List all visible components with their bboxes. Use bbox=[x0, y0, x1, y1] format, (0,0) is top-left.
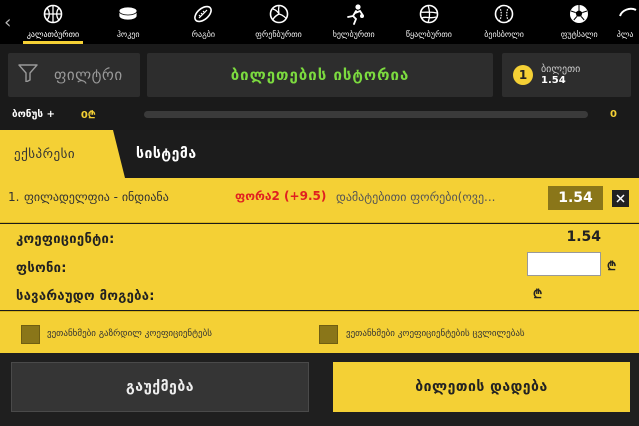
filter-button[interactable]: ფილტრი bbox=[8, 53, 140, 97]
ticket-history-button[interactable]: ბილეთების ისტორია bbox=[147, 53, 493, 97]
rugby-ball-icon bbox=[192, 3, 214, 25]
sport-tab-label: ფუტსალი bbox=[560, 30, 598, 39]
handball-icon bbox=[343, 3, 365, 25]
stake-input[interactable] bbox=[527, 252, 601, 276]
bet-selection-row: 1. ფილადელფია - ინდიანა ფორა2 (+9.5) დამ… bbox=[0, 178, 639, 223]
bet-description: დამატებითი ფორები(ოვე... bbox=[336, 190, 496, 204]
hockey-puck-icon bbox=[117, 3, 139, 25]
ticket-info: ბილეთი 1.54 bbox=[541, 64, 580, 86]
bonus-right-value: 0 bbox=[610, 108, 617, 120]
sport-tab-hockey[interactable]: ჰოკეი bbox=[91, 0, 166, 44]
accept-higher-odds-label: ვეთანხმები გაზრდილ კოეფიციენტებს bbox=[47, 329, 212, 339]
stake-label: ფსონი: bbox=[16, 261, 67, 276]
ticket-count-badge: 1 bbox=[513, 65, 533, 85]
filter-label: ფილტრი bbox=[54, 66, 123, 84]
tab-system[interactable]: სისტემა bbox=[136, 130, 197, 178]
agreement-checkboxes: ვეთანხმები გაზრდილ კოეფიციენტებს ვეთანხმ… bbox=[0, 311, 639, 353]
sport-tab-label: კალათბურთი bbox=[26, 30, 80, 39]
bet-calculator: კოეფიციენტი: 1.54 ფსონი: ₾ სავარაუდო მოგ… bbox=[0, 224, 639, 310]
sport-tab-label: წყალბურთი bbox=[405, 30, 452, 39]
bet-type-tabs: ექსპრესი სისტემა bbox=[0, 130, 639, 178]
bet-odds: 1.54 bbox=[548, 186, 603, 210]
sport-tab-label: პლა bbox=[616, 30, 634, 39]
sport-tab-rugby[interactable]: რაგბი bbox=[166, 0, 241, 44]
sport-tab-handball[interactable]: ხელბურთი bbox=[316, 0, 391, 44]
bonus-label: ბონუს + bbox=[12, 108, 55, 120]
nav-left-arrow[interactable]: ‹ bbox=[0, 0, 15, 44]
sport-tab-basketball[interactable]: კალათბურთი bbox=[15, 0, 90, 44]
basketball-icon bbox=[42, 3, 64, 25]
sport-tab-label: ხელბურთი bbox=[332, 30, 375, 39]
place-bet-button[interactable]: ბილეთის დადება bbox=[333, 362, 630, 412]
accept-higher-odds-checkbox[interactable] bbox=[21, 325, 40, 344]
win-currency: ₾ bbox=[533, 287, 543, 301]
sport-tab-water-polo[interactable]: წყალბურთი bbox=[391, 0, 466, 44]
ticket-odds: 1.54 bbox=[541, 75, 566, 86]
potential-win-label: სავარაუდო მოგება: bbox=[16, 289, 155, 304]
cancel-button[interactable]: გაუქმება bbox=[11, 362, 309, 412]
coefficient-value: 1.54 bbox=[566, 229, 601, 245]
ticket-history-label: ბილეთების ისტორია bbox=[230, 66, 410, 84]
coefficient-label: კოეფიციენტი: bbox=[16, 232, 115, 247]
footer-actions: გაუქმება ბილეთის დადება bbox=[0, 353, 639, 426]
sport-tab-beach[interactable]: პლა bbox=[617, 0, 639, 44]
ticket-label: ბილეთი bbox=[541, 64, 581, 75]
futsal-icon bbox=[568, 3, 590, 25]
baseball-icon bbox=[493, 3, 515, 25]
water-polo-icon bbox=[418, 3, 440, 25]
sports-nav: ‹ კალათბურთი ჰოკეი რაგბი ფრენბურთი ხელბუ… bbox=[0, 0, 639, 44]
sport-tab-label: რაგბი bbox=[191, 30, 216, 39]
accept-odds-change-label: ვეთანხმები კოეფიციენტების ცვლილებას bbox=[346, 329, 525, 339]
close-icon bbox=[616, 194, 625, 203]
bonus-row: ბონუს + 0₾ 0 bbox=[8, 104, 631, 124]
volleyball-icon bbox=[268, 3, 290, 25]
sport-tab-label: ბეისბოლი bbox=[484, 30, 524, 39]
sport-tab-baseball[interactable]: ბეისბოლი bbox=[466, 0, 541, 44]
bonus-progress-bar bbox=[144, 110, 588, 118]
funnel-icon bbox=[18, 64, 38, 86]
bet-market: ფორა2 (+9.5) bbox=[235, 189, 327, 203]
bet-number: 1. bbox=[8, 190, 20, 204]
stake-currency: ₾ bbox=[607, 259, 617, 273]
remove-bet-button[interactable] bbox=[612, 190, 629, 207]
ticket-summary[interactable]: 1 ბილეთი 1.54 bbox=[502, 53, 631, 97]
accept-odds-change-checkbox[interactable] bbox=[319, 325, 338, 344]
sport-tab-volleyball[interactable]: ფრენბურთი bbox=[241, 0, 316, 44]
bonus-amount: 0₾ bbox=[80, 110, 96, 121]
tab-express[interactable]: ექსპრესი bbox=[0, 130, 125, 178]
tab-express-label: ექსპრესი bbox=[14, 146, 76, 162]
beach-icon bbox=[617, 3, 639, 25]
bet-match: ფილადელფია - ინდიანა bbox=[24, 190, 169, 204]
sport-tab-label: ფრენბურთი bbox=[255, 30, 302, 39]
sport-tab-label: ჰოკეი bbox=[116, 30, 140, 39]
sport-tab-futsal[interactable]: ფუტსალი bbox=[542, 0, 617, 44]
